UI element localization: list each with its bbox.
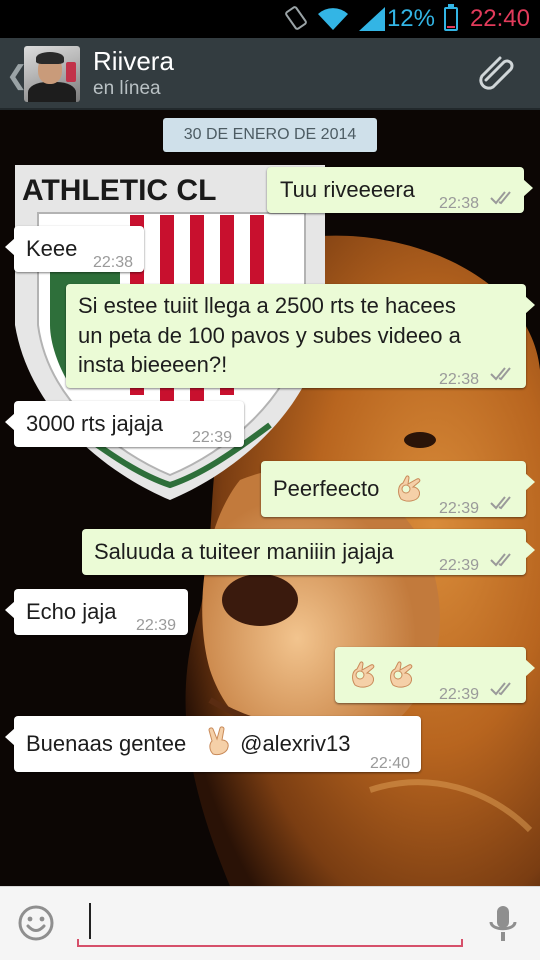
message-text-line: insta bieeeen?!	[78, 352, 228, 377]
message-outgoing[interactable]: Tuu riveeeera 22:38	[267, 167, 533, 213]
message-text: Peerfeecto	[273, 476, 380, 501]
wallpaper-shield-text: ATHLETIC CL	[22, 174, 216, 207]
message-text: Echo jaja	[26, 599, 117, 624]
message-time: 22:39	[192, 429, 233, 446]
paperclip-icon[interactable]	[476, 54, 520, 94]
message-input[interactable]	[77, 897, 463, 947]
message-incoming[interactable]: Echo jaja 22:39	[5, 589, 188, 635]
message-text: Tuu riveeeera	[280, 177, 415, 202]
double-check-icon	[490, 553, 511, 567]
contact-status: en línea	[93, 78, 161, 99]
message-text-line: Si estee tuiit llega a 2500 rts te hacee…	[78, 293, 456, 318]
signal-icon	[359, 7, 385, 31]
message-text: Keee	[26, 236, 78, 261]
chat-header[interactable]: ❮ Riivera en línea	[0, 38, 540, 110]
double-check-icon	[490, 496, 511, 510]
date-chip: 30 DE ENERO DE 2014	[163, 118, 377, 152]
message-time: 22:39	[136, 617, 177, 634]
microphone-icon[interactable]	[488, 905, 518, 943]
message-time: 22:39	[439, 557, 480, 574]
message-incoming[interactable]: 3000 rts jajaja 22:39	[5, 401, 244, 447]
message-time: 22:38	[93, 254, 134, 271]
smiley-icon[interactable]	[18, 905, 54, 941]
message-outgoing[interactable]: Si estee tuiit llega a 2500 rts te hacee…	[66, 284, 535, 388]
battery-icon	[444, 4, 458, 31]
message-time: 22:38	[439, 371, 480, 388]
battery-level-fill	[447, 25, 455, 28]
ok-hand-emoji	[398, 475, 421, 502]
message-text: @alexriv13	[234, 731, 351, 756]
message-outgoing[interactable]: 22:39	[335, 647, 535, 703]
message-text: Buenaas gentee	[26, 731, 187, 756]
message-incoming[interactable]: Keee 22:38	[5, 226, 144, 272]
rotation-lock-icon	[285, 6, 307, 30]
chat-area[interactable]: ATHLETIC CL 30 DE ENERO DE 2014 Tuu rive…	[0, 110, 540, 886]
text-caret	[89, 903, 91, 939]
message-incoming[interactable]: Buenaas gentee @alexriv13 22:40	[5, 716, 421, 772]
status-time: 22:40	[469, 5, 530, 32]
ok-hand-emoji	[390, 661, 413, 688]
message-time: 22:39	[439, 500, 480, 517]
message-outgoing[interactable]: Peerfeecto 22:39	[261, 461, 535, 517]
wifi-icon	[318, 8, 348, 30]
ok-hand-emoji	[352, 661, 375, 688]
message-outgoing[interactable]: Saluuda a tuiteer maniiin jajaja 22:39	[82, 529, 535, 575]
victory-hand-emoji	[208, 726, 229, 756]
message-time: 22:38	[439, 195, 480, 212]
message-time: 22:39	[439, 686, 480, 703]
compose-bar	[0, 886, 540, 960]
double-check-icon	[490, 191, 511, 205]
contact-name[interactable]: Riivera	[93, 46, 174, 77]
message-time: 22:40	[370, 755, 411, 772]
battery-percent: 12%	[386, 5, 435, 32]
message-text: 3000 rts jajaja	[26, 411, 163, 436]
status-bar: 12% 22:40	[0, 0, 540, 38]
double-check-icon	[490, 367, 511, 381]
avatar[interactable]	[24, 46, 80, 102]
message-text: Saluuda a tuiteer maniiin jajaja	[94, 539, 394, 564]
double-check-icon	[490, 682, 511, 696]
message-text-line: un peta de 100 pavos y subes videeo a	[78, 323, 461, 348]
